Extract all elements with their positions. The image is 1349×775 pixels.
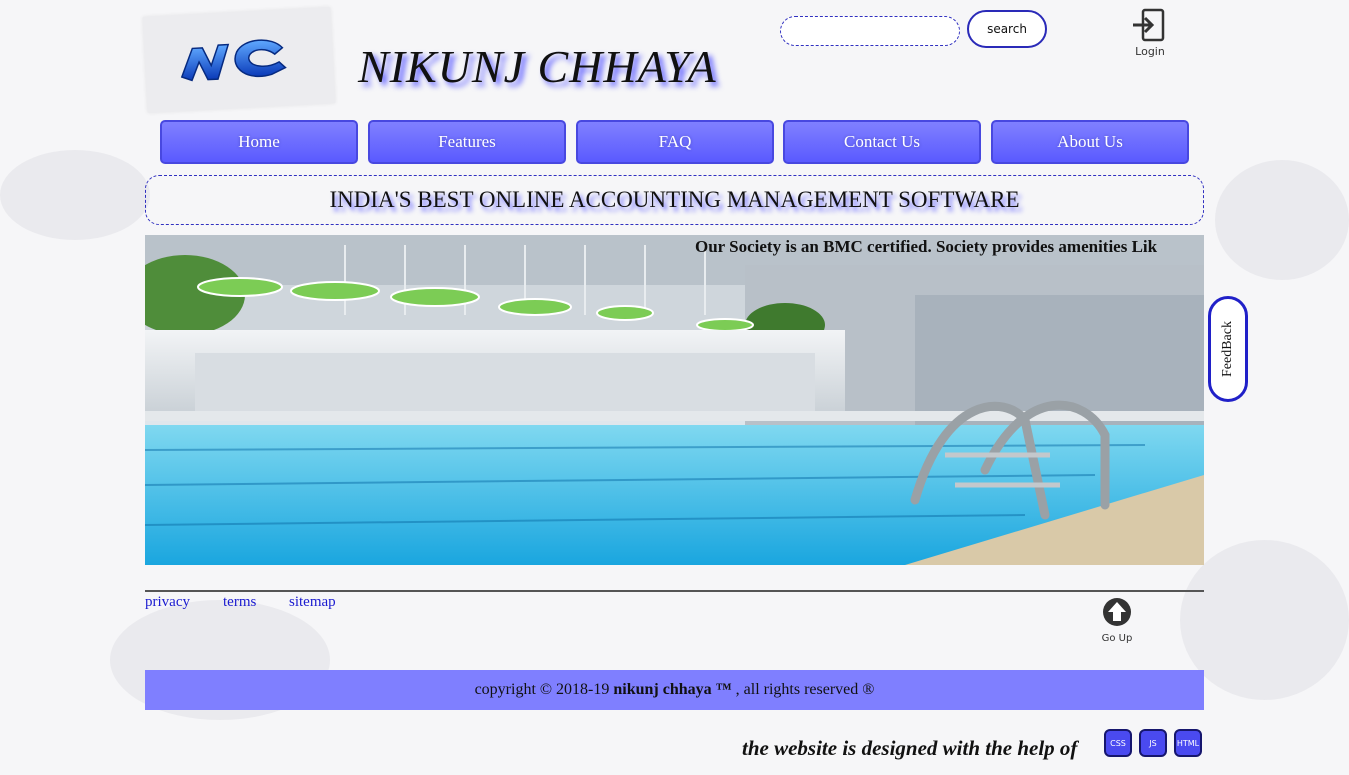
feedback-button[interactable]: FeedBack	[1208, 296, 1248, 402]
search-button[interactable]: search	[967, 10, 1047, 48]
footer-link-sitemap[interactable]: sitemap	[289, 594, 336, 611]
nav-about-us[interactable]: About Us	[991, 120, 1189, 164]
feedback-label: FeedBack	[1220, 321, 1236, 377]
site-logo[interactable]: NC	[142, 7, 336, 113]
nav-home[interactable]: Home	[160, 120, 358, 164]
nav-contact-us[interactable]: Contact Us	[783, 120, 981, 164]
arrow-up-icon	[1103, 598, 1131, 626]
footer-link-privacy[interactable]: privacy	[145, 594, 190, 611]
copyright-bar: copyright © 2018-19 nikunj chhaya ™ , al…	[145, 670, 1204, 710]
news-marquee: Our Society is an BMC certified. Society…	[695, 237, 1158, 256]
background-decoration	[1180, 540, 1349, 700]
search-input[interactable]	[780, 16, 960, 46]
go-up-button[interactable]: Go Up	[1097, 596, 1137, 644]
copyright-brand: nikunj chhaya ™	[613, 681, 732, 698]
js-badge: JS	[1139, 729, 1167, 757]
tagline-banner: INDIA'S BEST ONLINE ACCOUNTING MANAGEMEN…	[145, 175, 1204, 225]
background-decoration	[0, 150, 150, 240]
copyright-suffix: , all rights reserved ®	[731, 681, 875, 698]
site-title: NIKUNJ CHHAYA	[358, 41, 717, 92]
nav-faq[interactable]: FAQ	[576, 120, 774, 164]
html-badge: HTML	[1174, 729, 1202, 757]
login-button[interactable]: Login	[1128, 8, 1172, 60]
background-decoration	[1215, 160, 1349, 280]
nav-features[interactable]: Features	[368, 120, 566, 164]
hero-image: Our Society is an BMC certified. Society…	[145, 235, 1204, 565]
footer-divider	[145, 590, 1204, 592]
go-up-label: Go Up	[1101, 633, 1133, 644]
footer-link-terms[interactable]: terms	[223, 594, 256, 611]
copyright-prefix: copyright © 2018-19	[474, 681, 614, 698]
login-icon	[1133, 8, 1165, 42]
credit-text: the website is designed with the help of	[742, 736, 1078, 760]
login-label: Login	[1135, 45, 1165, 58]
css-badge: CSS	[1104, 729, 1132, 757]
